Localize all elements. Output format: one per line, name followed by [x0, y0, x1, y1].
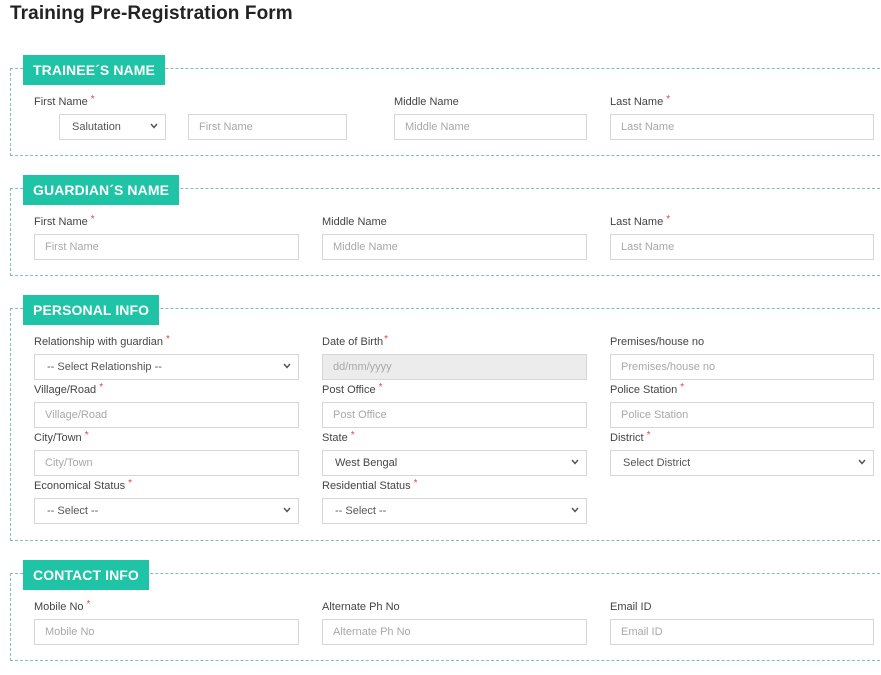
state-label: State *	[322, 430, 355, 444]
trainee-middle-name-label: Middle Name	[394, 96, 459, 108]
required-marker: *	[666, 214, 671, 225]
required-marker: *	[166, 334, 170, 345]
email-input[interactable]: Email ID	[610, 619, 874, 645]
required-marker: *	[378, 382, 383, 393]
trainee-name-legend: TRAINEE´S NAME	[23, 55, 165, 85]
trainee-first-name-input[interactable]: First Name	[188, 114, 347, 140]
mobile-input[interactable]: Mobile No	[34, 619, 299, 645]
guardian-name-section: GUARDIAN´S NAME First Name * First Name M…	[10, 175, 881, 276]
police-station-input[interactable]: Police Station	[610, 402, 874, 428]
district-label: District *	[610, 430, 651, 444]
trainee-name-section: TRAINEE´S NAME First Name * Salutation Fi…	[10, 55, 881, 156]
required-marker: *	[90, 214, 95, 225]
contact-info-section: CONTACT INFO Mobile No * Mobile No Altern…	[10, 560, 881, 661]
guardian-last-name-label: Last Name *	[610, 214, 671, 228]
chevron-down-icon	[150, 123, 158, 130]
chevron-down-icon	[283, 363, 291, 370]
guardian-name-legend: GUARDIAN´S NAME	[23, 175, 180, 205]
required-marker: *	[680, 382, 685, 393]
alternate-phone-input[interactable]: Alternate Ph No	[322, 619, 587, 645]
personal-info-legend: PERSONAL INFO	[23, 295, 160, 325]
state-select[interactable]: West Bengal	[322, 450, 587, 476]
relationship-label: Relationship with guardian *	[34, 334, 170, 348]
contact-info-legend: CONTACT INFO	[23, 560, 149, 590]
dob-input[interactable]: dd/mm/yyyy	[322, 354, 587, 380]
police-station-label: Police Station *	[610, 382, 685, 396]
trainee-salutation-select[interactable]: Salutation	[59, 114, 166, 140]
premises-label: Premises/house no	[610, 336, 705, 348]
chevron-down-icon	[571, 459, 579, 466]
required-marker: *	[84, 430, 89, 441]
village-label: Village/Road *	[34, 382, 104, 396]
district-select[interactable]: Select District	[610, 450, 874, 476]
guardian-last-name-input[interactable]: Last Name	[610, 234, 874, 260]
guardian-middle-name-input[interactable]: Middle Name	[322, 234, 587, 260]
required-marker: *	[128, 478, 133, 489]
guardian-middle-name-label: Middle Name	[322, 216, 387, 228]
guardian-first-name-input[interactable]: First Name	[34, 234, 299, 260]
required-marker: *	[90, 94, 95, 105]
required-marker: *	[99, 382, 104, 393]
trainee-last-name-input[interactable]: Last Name	[610, 114, 874, 140]
personal-info-section: PERSONAL INFO Relationship with guardian…	[10, 295, 881, 541]
page-title: Training Pre-Registration Form	[10, 3, 293, 24]
required-marker: *	[86, 599, 91, 610]
chevron-down-icon	[571, 507, 579, 514]
mobile-label: Mobile No *	[34, 599, 91, 613]
city-label: City/Town *	[34, 430, 89, 444]
residential-status-label: Residential Status *	[322, 478, 418, 492]
trainee-first-name-label: First Name *	[34, 94, 95, 108]
required-marker: *	[384, 334, 389, 345]
required-marker: *	[666, 94, 671, 105]
trainee-last-name-label: Last Name *	[610, 94, 671, 108]
dob-label: Date of Birth*	[322, 334, 389, 348]
chevron-down-icon	[858, 459, 866, 466]
required-marker: *	[413, 478, 418, 489]
economical-status-label: Economical Status *	[34, 478, 133, 492]
post-office-input[interactable]: Post Office	[322, 402, 587, 428]
premises-input[interactable]: Premises/house no	[610, 354, 874, 380]
relationship-select[interactable]: -- Select Relationship --	[34, 354, 299, 380]
post-office-label: Post Office *	[322, 382, 383, 396]
village-input[interactable]: Village/Road	[34, 402, 299, 428]
email-label: Email ID	[610, 601, 652, 613]
required-marker: *	[646, 430, 651, 441]
trainee-middle-name-input[interactable]: Middle Name	[394, 114, 587, 140]
required-marker: *	[350, 430, 355, 441]
residential-status-select[interactable]: -- Select --	[322, 498, 587, 524]
chevron-down-icon	[283, 507, 291, 514]
alternate-phone-label: Alternate Ph No	[322, 601, 400, 613]
economical-status-select[interactable]: -- Select --	[34, 498, 299, 524]
guardian-first-name-label: First Name *	[34, 214, 95, 228]
city-input[interactable]: City/Town	[34, 450, 299, 476]
